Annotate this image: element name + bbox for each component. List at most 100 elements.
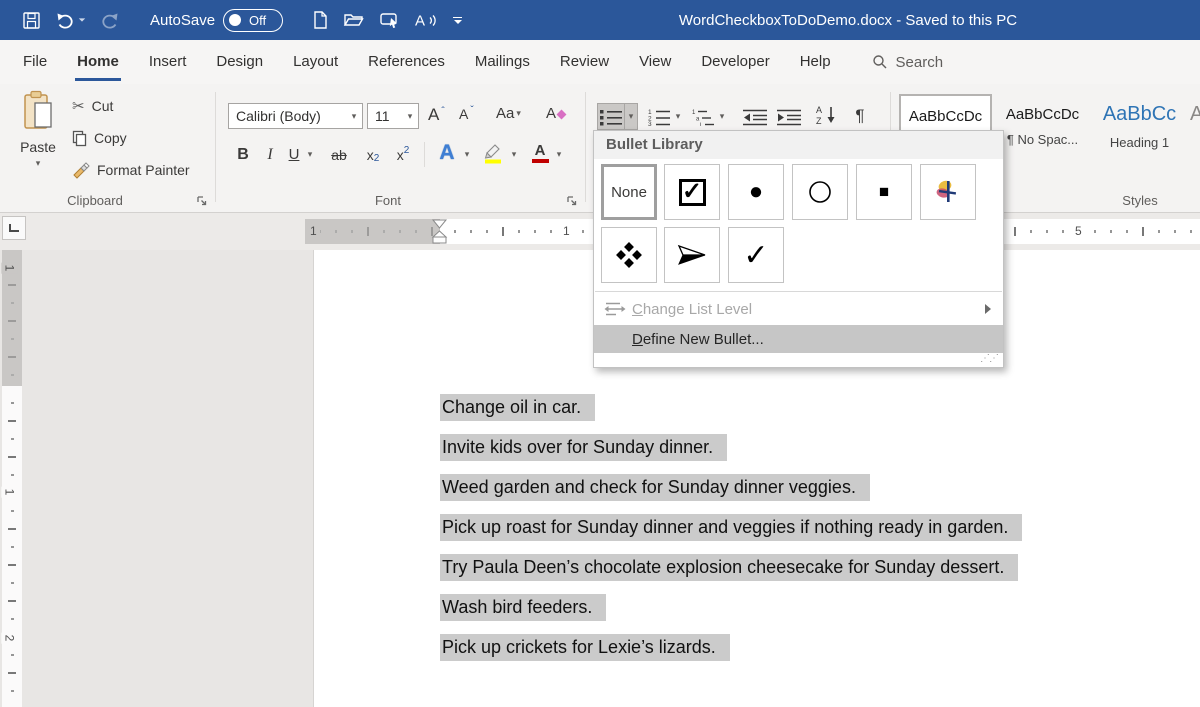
bullet-checkmark-option[interactable]: ✓ [728, 227, 784, 283]
multilevel-list-button[interactable]: 1ai [690, 103, 716, 130]
paste-label: Paste [20, 139, 56, 155]
copy-button[interactable]: Copy [72, 126, 127, 150]
read-aloud-icon[interactable]: A [415, 8, 439, 32]
new-document-icon[interactable] [311, 8, 329, 32]
cut-button[interactable]: ✂ Cut [72, 94, 113, 118]
bullet-filled-circle-option[interactable]: ● [728, 164, 784, 220]
save-icon[interactable] [22, 8, 41, 32]
svg-text:Z: Z [816, 116, 822, 125]
todo-line[interactable]: Change oil in car. [440, 394, 1022, 421]
font-size-select[interactable]: 11 ▾ [367, 103, 419, 129]
tab-layout[interactable]: Layout [278, 40, 353, 84]
open-file-icon[interactable] [343, 8, 365, 32]
text-effects-button[interactable]: A [434, 139, 460, 166]
paste-button[interactable]: Paste ▾ [12, 90, 64, 194]
style-no-spacing[interactable]: AaBbCcDc ¶ No Spac... [996, 94, 1089, 170]
tab-file[interactable]: File [8, 40, 62, 84]
bullets-icon [600, 109, 622, 125]
underline-dropdown-icon[interactable]: ▾ [304, 141, 316, 168]
bullet-arrow-option[interactable] [664, 227, 720, 283]
shrink-font-button[interactable]: Aˇ [459, 105, 474, 122]
mouse-mode-icon[interactable] [379, 8, 401, 32]
autosave-toggle[interactable]: Off [223, 8, 284, 32]
bullets-dropdown-icon[interactable]: ▾ [625, 103, 638, 130]
tab-design[interactable]: Design [201, 40, 278, 84]
font-name-dropdown-icon[interactable]: ▾ [346, 111, 362, 122]
tab-developer[interactable]: Developer [686, 40, 784, 84]
todo-line[interactable]: Pick up crickets for Lexie’s lizards. [440, 634, 1022, 661]
font-dialog-launcher-icon[interactable] [566, 195, 578, 207]
font-size-value: 11 [375, 108, 390, 124]
bullet-hollow-circle-option[interactable] [792, 164, 848, 220]
autosave-label: AutoSave [150, 11, 216, 29]
bullet-library-menu: Bullet Library None ✓ ● ■ ✓ Change List … [593, 130, 1004, 368]
tab-mailings[interactable]: Mailings [460, 40, 545, 84]
bullet-color-star-option[interactable] [920, 164, 976, 220]
style-heading2[interactable]: A [1190, 94, 1200, 170]
todo-line[interactable]: Wash bird feeders. [440, 594, 1022, 621]
sort-button[interactable]: AZ [812, 101, 840, 128]
multilevel-dropdown-icon[interactable]: ▾ [716, 103, 728, 130]
font-color-dropdown-icon[interactable]: ▾ [553, 141, 565, 168]
font-color-button[interactable]: A [528, 139, 552, 166]
define-new-bullet-item[interactable]: Define New Bullet... [594, 325, 1003, 353]
show-marks-button[interactable]: ¶ [848, 102, 872, 129]
numbering-icon: 123 [648, 109, 670, 126]
bullet-none-option[interactable]: None [601, 164, 657, 220]
bullet-checkbox-option[interactable]: ✓ [664, 164, 720, 220]
decrease-indent-icon [743, 109, 767, 125]
subscript-button[interactable]: x2 [362, 141, 384, 168]
undo-dropdown-icon[interactable] [78, 18, 86, 22]
change-list-level-item[interactable]: Change List Level [594, 295, 1003, 323]
four-diamonds-icon [616, 242, 642, 268]
clear-formatting-button[interactable]: A [546, 105, 567, 122]
customize-qat-icon[interactable] [453, 8, 463, 32]
indent-markers[interactable] [431, 219, 448, 244]
style-heading1[interactable]: AaBbCc Heading 1 [1093, 94, 1186, 170]
bullet-filled-square-option[interactable]: ■ [856, 164, 912, 220]
vertical-ruler[interactable]: 1 1 2 [1, 250, 22, 707]
tab-home[interactable]: Home [62, 40, 134, 84]
multilevel-list-icon: 1ai [692, 110, 714, 126]
ribbon-tabs: File Home Insert Design Layout Reference… [0, 40, 1200, 84]
numbering-button[interactable]: 123 [646, 103, 672, 130]
strikethrough-button[interactable]: ab [326, 141, 352, 168]
undo-button[interactable] [55, 8, 86, 32]
divider [424, 142, 425, 167]
svg-text:1: 1 [692, 110, 696, 116]
increase-indent-button[interactable] [774, 103, 804, 130]
format-painter-icon [73, 161, 90, 179]
underline-button[interactable]: U [284, 141, 304, 168]
todo-line[interactable]: Weed garden and check for Sunday dinner … [440, 474, 1022, 501]
tab-insert[interactable]: Insert [134, 40, 202, 84]
search-box[interactable]: Search [872, 54, 943, 71]
resize-grip-icon[interactable]: ⋰⋰ [980, 353, 999, 364]
bullets-button[interactable] [597, 103, 625, 130]
svg-text:i: i [700, 122, 701, 126]
highlight-button[interactable] [480, 139, 506, 166]
text-effects-dropdown-icon[interactable]: ▾ [461, 141, 473, 168]
tab-review[interactable]: Review [545, 40, 624, 84]
todo-line[interactable]: Try Paula Deen’s chocolate explosion che… [440, 554, 1022, 581]
paste-dropdown-icon[interactable]: ▾ [12, 158, 64, 169]
todo-line[interactable]: Pick up roast for Sunday dinner and vegg… [440, 514, 1023, 541]
tab-references[interactable]: References [353, 40, 460, 84]
format-painter-button[interactable]: Format Painter [72, 158, 190, 182]
change-case-button[interactable]: Aa ▾ [496, 105, 521, 122]
bullet-diamonds-option[interactable] [601, 227, 657, 283]
svg-text:3: 3 [648, 121, 652, 126]
grow-font-button[interactable]: Aˆ [428, 105, 445, 125]
font-name-select[interactable]: Calibri (Body) ▾ [228, 103, 363, 129]
numbering-dropdown-icon[interactable]: ▾ [672, 103, 684, 130]
superscript-button[interactable]: x2 [392, 141, 414, 168]
tab-view[interactable]: View [624, 40, 686, 84]
tab-stop-selector[interactable] [2, 216, 26, 240]
highlight-dropdown-icon[interactable]: ▾ [508, 141, 520, 168]
font-size-dropdown-icon[interactable]: ▾ [402, 111, 418, 122]
italic-button[interactable]: I [260, 141, 280, 168]
todo-line[interactable]: Invite kids over for Sunday dinner. [440, 434, 1022, 461]
bold-button[interactable]: B [232, 141, 254, 168]
decrease-indent-button[interactable] [740, 103, 770, 130]
tab-help[interactable]: Help [785, 40, 846, 84]
clipboard-dialog-launcher-icon[interactable] [196, 195, 208, 207]
